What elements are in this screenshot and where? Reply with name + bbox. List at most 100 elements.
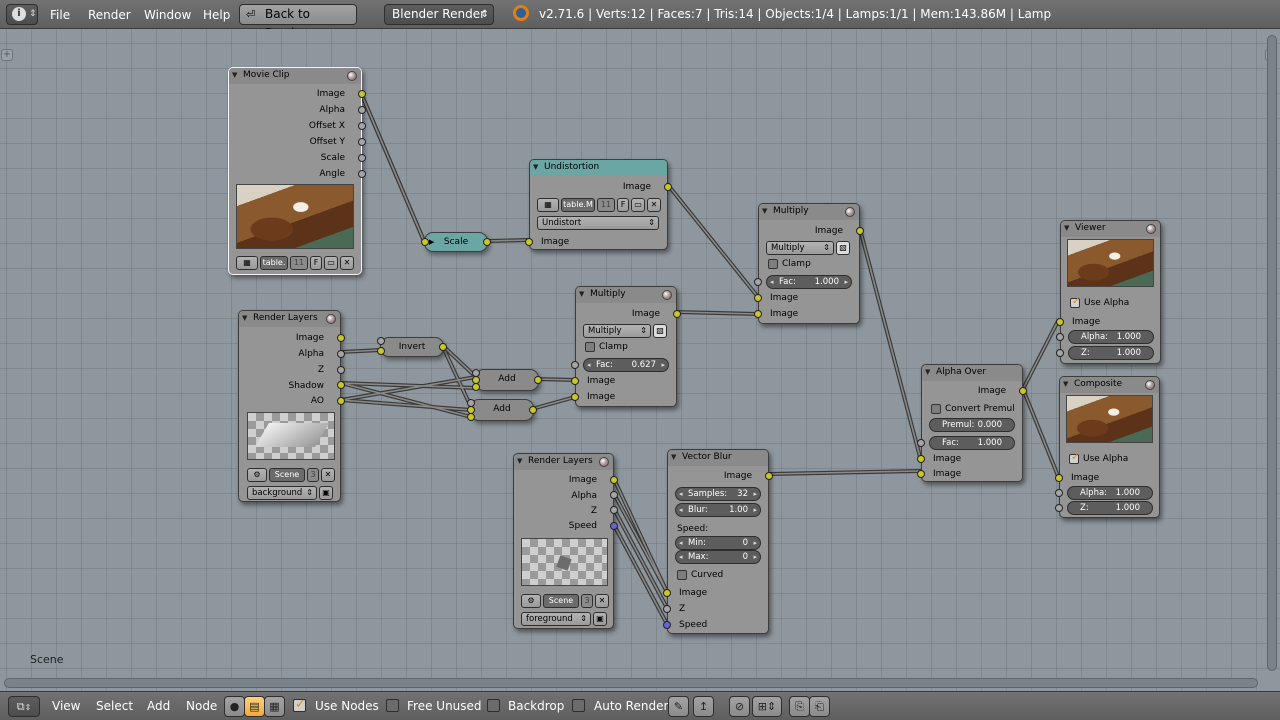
clip-name-field[interactable]: table. [260, 256, 288, 270]
alpha-toggle-icon[interactable]: ▧ [836, 241, 850, 255]
decrement-icon[interactable]: ◂ [679, 488, 683, 500]
input-socket[interactable] [377, 337, 385, 345]
node-preview-icon[interactable] [1146, 224, 1156, 234]
clamp-checkbox[interactable] [585, 342, 595, 352]
use-alpha-checkbox[interactable] [1070, 296, 1080, 308]
output-socket[interactable] [439, 343, 447, 351]
blend-mode-select[interactable]: Multiply [766, 241, 834, 255]
parent-tree-icon[interactable]: ↥ [693, 696, 714, 717]
clip-selector[interactable]: ▦ table.M 11 F ▭ ✕ [537, 198, 661, 212]
compositing-nodes-icon[interactable]: ▤ [244, 696, 265, 717]
input-socket[interactable] [1055, 489, 1063, 497]
input-socket[interactable] [663, 621, 671, 629]
speed-min-field[interactable]: ◂ Min: 0 ▸ [675, 536, 761, 550]
output-socket[interactable] [337, 366, 345, 374]
alpha-field[interactable]: Alpha: 1.000 [1067, 486, 1153, 500]
blur-field[interactable]: ◂ Blur: 1.00 ▸ [675, 503, 761, 517]
decrement-icon[interactable]: ◂ [679, 551, 683, 563]
output-socket[interactable] [337, 350, 345, 358]
output-socket[interactable] [610, 506, 618, 514]
fac-field[interactable]: Fac: 1.000 [929, 436, 1015, 450]
node-multiply-1[interactable]: Multiply Image Multiply ▧ Clamp ◂ Fac: 0.6… [571, 286, 681, 407]
input-socket[interactable] [754, 310, 762, 318]
paste-nodes-icon[interactable]: ⎗ [809, 696, 830, 717]
vertical-scrollbar[interactable] [1267, 35, 1277, 671]
clip-name-field[interactable]: table.M [561, 198, 595, 212]
input-socket[interactable] [1055, 474, 1063, 482]
fac-field[interactable]: ◂ Fac: 1.000 ▸ [766, 275, 852, 289]
distortion-mode-select[interactable]: Undistort [537, 216, 659, 230]
input-socket[interactable] [1056, 333, 1064, 341]
menu-add[interactable]: Add [147, 699, 170, 713]
scene-browse-icon[interactable]: ⚙ [247, 468, 267, 482]
menu-node[interactable]: Node [186, 699, 217, 713]
scene-selector[interactable]: ⚙ Scene 3 ✕ [521, 594, 609, 608]
output-socket[interactable] [673, 310, 681, 318]
node-viewer[interactable]: Viewer Use Alpha Image Alpha: 1.000 Z: 1.0… [1056, 220, 1161, 364]
node-movie-clip[interactable]: Movie Clip Image Alpha Offset X Offset Y… [228, 67, 366, 275]
curved-checkbox[interactable] [677, 570, 687, 580]
input-socket[interactable] [467, 413, 475, 421]
increment-icon[interactable]: ▸ [753, 551, 757, 563]
node-composite[interactable]: Composite Use Alpha Image Alpha: 1.000 Z:… [1055, 376, 1160, 518]
input-socket[interactable] [377, 347, 385, 355]
texture-nodes-icon[interactable]: ▦ [264, 696, 285, 717]
node-undistortion[interactable]: Undistortion Image ▦ table.M 11 F ▭ ✕ Un… [525, 159, 672, 250]
node-header[interactable]: Undistortion [530, 160, 667, 176]
snap-element-icon[interactable]: ⊞⇕ [752, 696, 782, 717]
open-folder-icon[interactable]: ▭ [324, 256, 338, 270]
editor-type-button[interactable]: ⧉⇕ [8, 696, 40, 717]
editor-type-button[interactable]: i ⇕ [6, 4, 38, 25]
node-header[interactable]: Multiply [759, 204, 859, 220]
input-socket[interactable] [754, 294, 762, 302]
node-header[interactable]: Vector Blur [668, 450, 768, 466]
input-socket[interactable] [917, 455, 925, 463]
clip-browse-icon[interactable]: ▦ [236, 256, 258, 270]
output-socket[interactable] [765, 472, 773, 480]
node-header[interactable]: Composite [1060, 377, 1159, 393]
backdrop-checkbox[interactable] [487, 699, 500, 712]
output-socket[interactable] [358, 122, 366, 130]
menu-file[interactable]: File [50, 6, 70, 24]
output-socket[interactable] [337, 397, 345, 405]
node-add-2[interactable]: Add [467, 399, 537, 421]
node-preview-icon[interactable] [1145, 380, 1155, 390]
input-socket[interactable] [525, 238, 533, 246]
node-header[interactable]: Movie Clip [229, 68, 361, 84]
horizontal-scrollbar[interactable] [4, 678, 1258, 688]
shader-nodes-icon[interactable]: ● [224, 696, 245, 717]
fake-user-button[interactable]: F [617, 198, 629, 212]
output-socket[interactable] [1019, 387, 1027, 395]
node-preview-icon[interactable] [326, 314, 336, 324]
node-preview-icon[interactable] [845, 207, 855, 217]
input-socket[interactable] [917, 470, 925, 478]
output-socket[interactable] [534, 376, 542, 384]
pin-icon[interactable]: ✎ [668, 696, 689, 717]
output-socket[interactable] [358, 170, 366, 178]
blend-mode-select[interactable]: Multiply [583, 324, 651, 338]
close-icon[interactable]: ✕ [321, 468, 335, 482]
output-socket[interactable] [358, 90, 366, 98]
output-socket[interactable] [337, 334, 345, 342]
output-socket[interactable] [358, 138, 366, 146]
alpha-field[interactable]: Alpha: 1.000 [1068, 330, 1154, 344]
input-socket[interactable] [1056, 318, 1064, 326]
fac-field[interactable]: ◂ Fac: 0.627 ▸ [583, 358, 669, 372]
close-icon[interactable]: ✕ [647, 198, 661, 212]
samples-field[interactable]: ◂ Samples: 32 ▸ [675, 487, 761, 501]
increment-icon[interactable]: ▸ [661, 359, 665, 371]
increment-icon[interactable]: ▸ [753, 537, 757, 549]
menu-view[interactable]: View [52, 699, 80, 713]
node-vector-blur[interactable]: Vector Blur Image ◂ Samples: 32 ▸ ◂ Blur: 1.0… [663, 449, 773, 634]
output-socket[interactable] [610, 522, 618, 530]
scene-selector[interactable]: ⚙ Scene 3 ✕ [247, 468, 335, 482]
close-icon[interactable]: ✕ [340, 256, 354, 270]
collapse-icon[interactable]: ▶ [429, 233, 434, 251]
render-layer-select[interactable]: foreground [521, 612, 591, 626]
input-socket[interactable] [663, 589, 671, 597]
clip-browse-icon[interactable]: ▦ [537, 198, 559, 212]
free-unused-checkbox[interactable] [386, 699, 399, 712]
convert-premul-checkbox[interactable] [931, 404, 941, 414]
output-socket[interactable] [610, 476, 618, 484]
output-socket[interactable] [358, 106, 366, 114]
